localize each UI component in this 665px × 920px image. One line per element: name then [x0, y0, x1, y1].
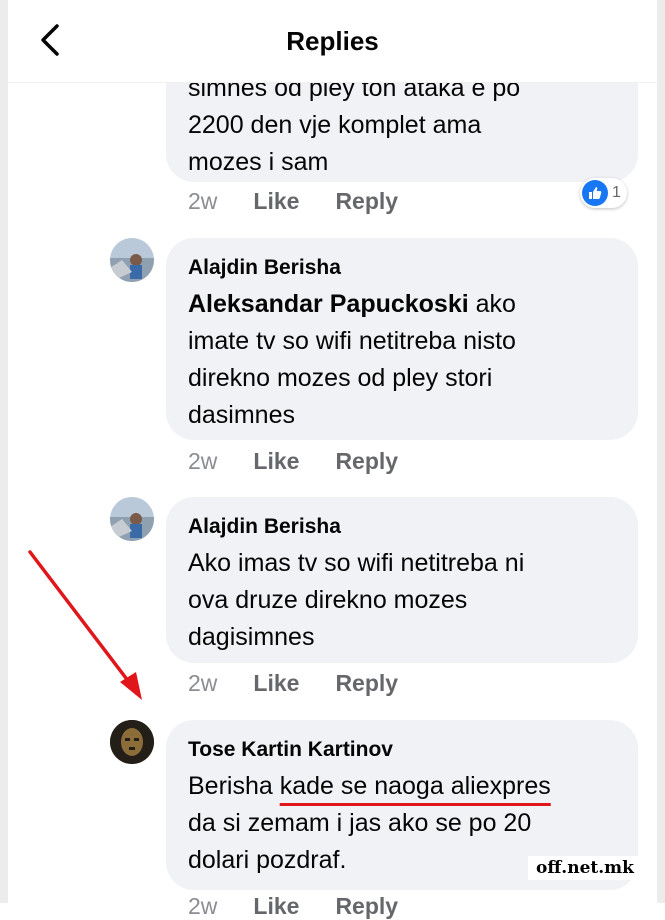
reply-4-like-button[interactable]: Like: [253, 893, 299, 920]
reply-2-after-mention: ako: [468, 290, 516, 318]
reply-4-underlined-text: kade se naoga aliexpres: [279, 772, 551, 800]
reply-1-actions: 2w Like Reply: [188, 188, 398, 215]
reply-2-first-line: Aleksandar Papuckoski ako: [188, 286, 616, 323]
reply-3-line-3: dagisimnes: [188, 623, 315, 651]
reply-2-like-button[interactable]: Like: [253, 448, 299, 475]
frame-left-edge: [0, 0, 8, 903]
reply-3-like-button[interactable]: Like: [253, 670, 299, 697]
reply-4-time: 2w: [188, 893, 218, 919]
avatar[interactable]: [110, 238, 154, 282]
reply-4-actions: 2w Like Reply: [188, 893, 398, 920]
reply-2-line-2: imate tv so wifi netitreba nisto: [188, 327, 516, 355]
reply-bubble-2: Alajdin Berisha Aleksandar Papuckoski ak…: [166, 238, 638, 440]
site-watermark: off.net.mk: [528, 856, 642, 880]
reply-1-line-1: 2200 den vje komplet ama: [188, 111, 482, 139]
page-title: Replies: [286, 26, 379, 56]
avatar[interactable]: [110, 497, 154, 541]
top-app-bar: Replies: [8, 0, 657, 83]
avatar[interactable]: [110, 720, 154, 764]
reply-1-reaction-count: 1: [612, 184, 621, 201]
reply-bubble-3: Alajdin Berisha Ako imas tv so wifi neti…: [166, 497, 638, 663]
reply-1-line-2: mozes i sam: [188, 148, 329, 176]
frame-right-edge: [657, 0, 665, 903]
reply-2-author[interactable]: Alajdin Berisha: [188, 256, 616, 280]
reply-1-time: 2w: [188, 188, 218, 214]
reply-4-line-1: Berisha kade se naoga aliexpres: [188, 768, 616, 805]
reply-2-line-4: dasimnes: [188, 401, 295, 429]
reply-2-mention[interactable]: Aleksandar Papuckoski: [188, 290, 469, 318]
reply-3-time: 2w: [188, 670, 218, 696]
reply-1-like-button[interactable]: Like: [253, 188, 299, 215]
reply-1-reply-button[interactable]: Reply: [335, 188, 398, 215]
reply-4-author[interactable]: Tose Kartin Kartinov: [188, 738, 616, 762]
reply-3-actions: 2w Like Reply: [188, 670, 398, 697]
like-reaction-icon: [582, 180, 608, 206]
reply-3-line-2: ova druze direkno mozes: [188, 586, 468, 614]
annotation-arrow-icon: [28, 550, 142, 700]
reply-4-reply-button[interactable]: Reply: [335, 893, 398, 920]
reply-4-plain-start: Berisha: [188, 772, 280, 800]
reply-4-line-2: da si zemam i jas ako se po 20: [188, 809, 532, 837]
reply-3-line-1: Ako imas tv so wifi netitreba ni: [188, 549, 525, 577]
reply-2-time: 2w: [188, 448, 218, 474]
reply-3-author[interactable]: Alajdin Berisha: [188, 515, 616, 539]
reply-3-reply-button[interactable]: Reply: [335, 670, 398, 697]
reply-2-actions: 2w Like Reply: [188, 448, 398, 475]
reply-1-reaction-badge[interactable]: 1: [580, 178, 627, 208]
reply-2-line-3: direkno mozes od pley stori: [188, 364, 493, 392]
reply-2-reply-button[interactable]: Reply: [335, 448, 398, 475]
